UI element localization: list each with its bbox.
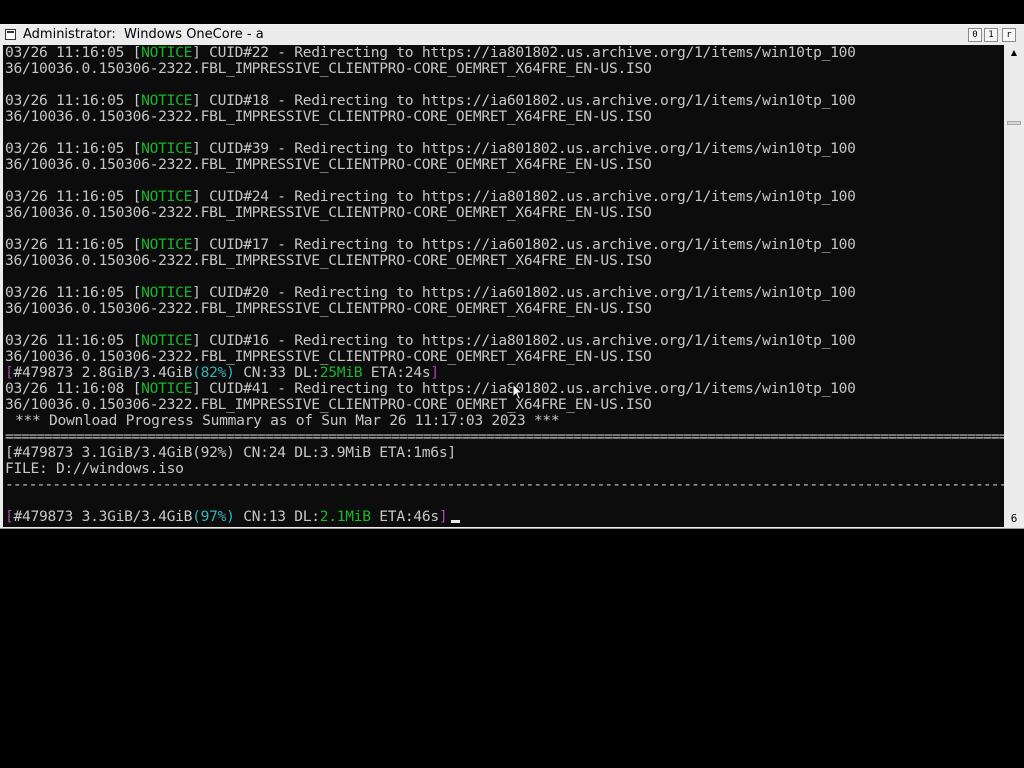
console-app-icon[interactable] [5,29,16,40]
console-text-run: ] CUID#17 - Redirecting to https://ia601… [192,237,856,253]
console-text-run: 36/10036.0.150306-2322.FBL_IMPRESSIVE_CL… [5,397,652,413]
console-text-run: 03/26 11:16:05 [ [5,333,142,349]
window-title: Administrator: Windows OneCore - a [23,27,264,42]
console-output[interactable]: 03/26 11:16:05 [NOTICE] CUID#22 - Redire… [3,45,1004,527]
console-line-text: 03/26 11:16:05 [NOTICE] CUID#17 - Redire… [3,237,1004,253]
console-text-run: [ [5,509,14,525]
console-text-run: NOTICE [141,141,193,157]
console-text-run: 36/10036.0.150306-2322.FBL_IMPRESSIVE_CL… [5,157,652,173]
console-text-run: NOTICE [141,381,193,397]
console-line-blank [3,269,1004,285]
console-text-run: ] CUID#18 - Redirecting to https://ia601… [192,93,856,109]
console-line-blank [3,77,1004,93]
console-text-run: NOTICE [141,45,193,61]
console-text-run: 03/26 11:16:05 [ [5,189,142,205]
console-text-run: NOTICE [141,285,193,301]
console-line-rule: ----------------------------------------… [3,477,1004,493]
console-line-text: 36/10036.0.150306-2322.FBL_IMPRESSIVE_CL… [3,205,1004,221]
console-text-run: 36/10036.0.150306-2322.FBL_IMPRESSIVE_CL… [5,301,652,317]
console-text-run: FILE: D://windows.iso [5,461,184,477]
console-line-text: 03/26 11:16:05 [NOTICE] CUID#39 - Redire… [3,141,1004,157]
scroll-up-arrow-icon[interactable]: ▲ [1006,45,1022,61]
console-text-run: 36/10036.0.150306-2322.FBL_IMPRESSIVE_CL… [5,205,652,221]
console-line-blank [3,493,1004,509]
vertical-scrollbar[interactable]: ▲ 6 [1005,45,1023,527]
console-window: Administrator: Windows OneCore - a 0 1 r… [0,24,1024,529]
console-text-run: [ [5,365,14,381]
console-text-run: 25MiB [319,365,363,381]
mouse-pointer-icon [512,383,524,401]
console-line-text: 03/26 11:16:05 [NOTICE] CUID#20 - Redire… [3,285,1004,301]
console-line-text: 36/10036.0.150306-2322.FBL_IMPRESSIVE_CL… [3,349,1004,365]
console-line-text: 36/10036.0.150306-2322.FBL_IMPRESSIVE_CL… [3,61,1004,77]
console-text-run: ] CUID#20 - Redirecting to https://ia601… [192,285,856,301]
console-line-blank [3,125,1004,141]
console-line-blank [3,221,1004,237]
console-text-run: ] CUID#24 - Redirecting to https://ia801… [192,189,856,205]
console-line-text: FILE: D://windows.iso [3,461,1004,477]
console-line-blank [3,317,1004,333]
console-line-text: 36/10036.0.150306-2322.FBL_IMPRESSIVE_CL… [3,301,1004,317]
console-text-run: ] CUID#16 - Redirecting to https://ia801… [192,333,856,349]
console-text-run: ETA:24s [362,365,431,381]
console-text-run: [#479873 3.1GiB/3.4GiB(92%) CN:24 DL:3.9… [5,445,456,461]
console-lines: 03/26 11:16:05 [NOTICE] CUID#22 - Redire… [3,45,1004,525]
console-text-run: 36/10036.0.150306-2322.FBL_IMPRESSIVE_CL… [5,109,652,125]
maximize-button[interactable]: 1 [984,28,998,42]
console-text-run: CN:13 DL: [234,509,320,525]
title-bar[interactable]: Administrator: Windows OneCore - a 0 1 r [0,25,1024,44]
console-text-run: ========================================… [5,429,1004,445]
console-text-run: #479873 2.8GiB/3.4GiB [13,365,193,381]
console-text-run: NOTICE [141,93,193,109]
scroll-thumb[interactable] [1007,121,1021,125]
console-text-run: ] [438,509,448,525]
console-line-text: 36/10036.0.150306-2322.FBL_IMPRESSIVE_CL… [3,109,1004,125]
console-line-text: 36/10036.0.150306-2322.FBL_IMPRESSIVE_CL… [3,253,1004,269]
console-line-text: 03/26 11:16:05 [NOTICE] CUID#18 - Redire… [3,93,1004,109]
scroll-down-arrow-icon[interactable]: 6 [1006,511,1022,527]
console-line-progress: [#479873 2.8GiB/3.4GiB(82%) CN:33 DL:25M… [3,365,1004,381]
console-line-text: 03/26 11:16:05 [NOTICE] CUID#16 - Redire… [3,333,1004,349]
console-text-run: (97%) [192,509,235,525]
console-text-run: #479873 3.3GiB/3.4GiB [13,509,193,525]
console-text-run: (82%) [192,365,235,381]
console-line-text: 36/10036.0.150306-2322.FBL_IMPRESSIVE_CL… [3,157,1004,173]
console-text-run: ETA:46s [370,509,439,525]
console-text-run: *** Download Progress Summary as of Sun … [15,413,560,429]
console-line-blank [3,173,1004,189]
console-text-run: ----------------------------------------… [5,477,1004,493]
console-text-run: 36/10036.0.150306-2322.FBL_IMPRESSIVE_CL… [5,349,652,365]
console-text-run: ] [430,365,439,381]
console-text-run: 03/26 11:16:05 [ [5,141,142,157]
console-line-title: *** Download Progress Summary as of Sun … [3,413,1004,429]
console-text-run: NOTICE [141,189,193,205]
console-text-run: 2.1MiB [319,509,371,525]
console-line-text: 36/10036.0.150306-2322.FBL_IMPRESSIVE_CL… [3,397,1004,413]
console-text-run: 03/26 11:16:08 [ [5,381,142,397]
console-line-text: 03/26 11:16:05 [NOTICE] CUID#22 - Redire… [3,45,1004,61]
close-button[interactable]: r [1002,28,1016,42]
console-text-run: 36/10036.0.150306-2322.FBL_IMPRESSIVE_CL… [5,61,652,77]
console-text-run: 03/26 11:16:05 [ [5,285,142,301]
console-text-run: 36/10036.0.150306-2322.FBL_IMPRESSIVE_CL… [5,253,652,269]
console-text-run: NOTICE [141,237,193,253]
console-text-run: 03/26 11:16:05 [ [5,93,142,109]
console-text-run: CN:33 DL: [234,365,320,381]
console-text-run: NOTICE [141,333,193,349]
console-text-run: ] CUID#22 - Redirecting to https://ia801… [192,45,856,61]
text-cursor [451,520,461,523]
console-text-run: 03/26 11:16:05 [ [5,237,142,253]
console-line-rule: ========================================… [3,429,1004,445]
console-text-run: ] CUID#39 - Redirecting to https://ia801… [192,141,856,157]
console-line-progress: [#479873 3.3GiB/3.4GiB(97%) CN:13 DL:2.1… [3,509,1004,525]
console-text-run: 03/26 11:16:05 [ [5,45,142,61]
console-line-text: 03/26 11:16:05 [NOTICE] CUID#24 - Redire… [3,189,1004,205]
console-line-text: [#479873 3.1GiB/3.4GiB(92%) CN:24 DL:3.9… [3,445,1004,461]
console-line-text: 03/26 11:16:08 [NOTICE] CUID#41 - Redire… [3,381,1004,397]
minimize-button[interactable]: 0 [968,28,982,42]
